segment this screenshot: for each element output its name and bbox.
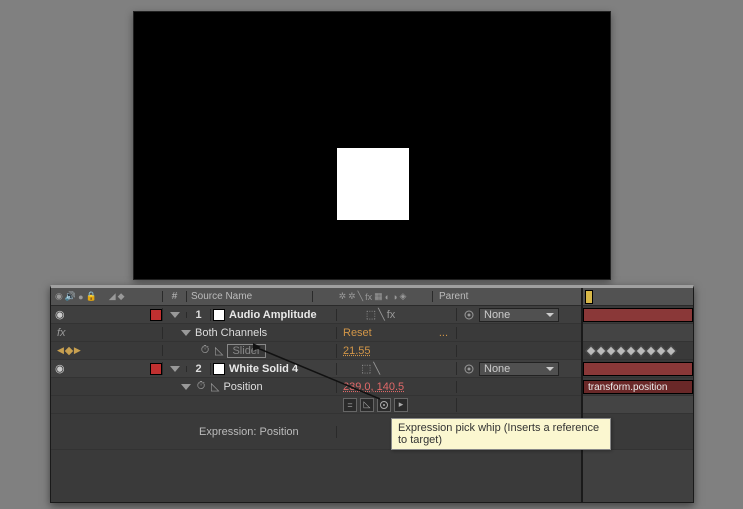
column-number-header: #: [172, 291, 178, 302]
timeline-tracks[interactable]: transform.position: [581, 288, 693, 502]
fx-badge: fx: [57, 327, 66, 339]
solo-icon: ●: [78, 292, 83, 302]
switch-fx[interactable]: fx: [387, 309, 396, 321]
stopwatch-icon[interactable]: ⏱: [199, 345, 211, 357]
comp-viewer[interactable]: [133, 11, 611, 280]
layer-type-swatch: [213, 363, 225, 375]
switch-quality-icon: ╲: [358, 291, 363, 302]
reset-link[interactable]: Reset: [343, 327, 372, 339]
effect-name: Both Channels: [195, 327, 267, 339]
layer-name: White Solid 4: [229, 363, 298, 375]
keyframe-diamond-icon[interactable]: [65, 346, 73, 354]
switch-motion-blur-icon: ◐: [385, 292, 390, 302]
expression-text-field[interactable]: transform.position: [583, 380, 693, 394]
slider-property-selected[interactable]: Slider: [227, 344, 265, 358]
parent-dropdown[interactable]: None: [479, 308, 559, 322]
expression-enable-button[interactable]: =: [343, 398, 357, 412]
parent-value: None: [484, 309, 510, 321]
layer-index: 2: [195, 363, 201, 375]
tooltip: Expression pick whip (Inserts a referenc…: [391, 418, 611, 450]
eye-icon: ◉: [55, 291, 63, 302]
twirl-open-icon[interactable]: [181, 330, 191, 336]
expression-label: Expression: Position: [199, 426, 299, 438]
slider-value[interactable]: 21.55: [343, 345, 371, 357]
speaker-icon: 🔊: [65, 291, 76, 302]
stopwatch-icon[interactable]: ⏱: [195, 381, 207, 393]
keyframe-icon[interactable]: [665, 345, 676, 356]
time-ruler[interactable]: [583, 288, 693, 306]
switch-adjustment-icon: ◑: [392, 292, 397, 302]
switch-fx-icon: fx: [365, 292, 372, 302]
graph-icon[interactable]: ◺: [215, 344, 223, 357]
switch-quality[interactable]: ╲: [378, 308, 385, 321]
parent-value: None: [484, 363, 510, 375]
chevron-down-icon: [546, 313, 554, 317]
twirl-open-icon[interactable]: [170, 312, 180, 318]
switch-quality[interactable]: ╲: [373, 362, 380, 375]
switch-collapse-icon: ✲: [348, 291, 356, 302]
switch-shy[interactable]: ⬚: [361, 362, 371, 375]
switch-shy[interactable]: ⬚: [366, 308, 376, 321]
timeline-panel: ◉ 🔊 ● 🔒 ◢ ◆ # Source Name ✲ ✲ ╲ fx ▦ ◐ ◑…: [50, 285, 694, 503]
switch-shy-icon: ✲: [339, 291, 347, 302]
layer-type-swatch: [213, 309, 225, 321]
visibility-toggle[interactable]: ◉: [55, 308, 65, 321]
parent-pickwhip-icon[interactable]: [463, 363, 475, 375]
layer-index: 1: [195, 309, 201, 321]
chevron-down-icon: [546, 367, 554, 371]
column-parent[interactable]: Parent: [439, 291, 468, 302]
layer-name: Audio Amplitude: [229, 309, 317, 321]
expression-graph-button[interactable]: ◺: [360, 398, 374, 412]
parent-pickwhip-icon[interactable]: [463, 309, 475, 321]
position-property: Position: [223, 381, 262, 393]
position-value[interactable]: 239.0, 140.5: [343, 381, 404, 393]
expression-language-menu-button[interactable]: ▸: [394, 398, 408, 412]
layer-bar[interactable]: [583, 308, 693, 322]
effect-options[interactable]: ...: [439, 327, 448, 339]
parent-dropdown[interactable]: None: [479, 362, 559, 376]
white-solid-preview: [337, 148, 409, 220]
shy-icon: ◢: [109, 291, 116, 302]
label-color[interactable]: [150, 309, 162, 321]
twirl-open-icon[interactable]: [170, 366, 180, 372]
label-icon: ◆: [118, 291, 125, 302]
label-color[interactable]: [150, 363, 162, 375]
keyframe-track[interactable]: [583, 342, 693, 360]
switch-frame-blend-icon: ▦: [374, 291, 383, 302]
lock-icon: 🔒: [86, 291, 97, 302]
layer-bar[interactable]: [583, 362, 693, 376]
switch-3d-icon: ◈: [400, 291, 407, 302]
column-source-name[interactable]: Source Name: [191, 291, 252, 302]
visibility-toggle[interactable]: ◉: [55, 362, 65, 375]
prev-key-icon[interactable]: ◀: [57, 345, 64, 356]
expression-pickwhip-button[interactable]: [377, 398, 391, 412]
twirl-open-icon[interactable]: [181, 384, 191, 390]
graph-icon[interactable]: ◺: [211, 380, 219, 393]
next-key-icon[interactable]: ▶: [74, 345, 81, 356]
current-time-indicator[interactable]: [585, 290, 593, 304]
